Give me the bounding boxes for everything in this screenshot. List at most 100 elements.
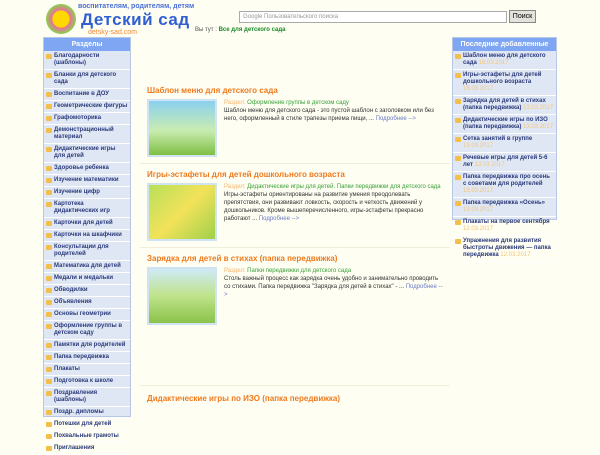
section-item[interactable]: Демонстрационный материал bbox=[44, 125, 130, 144]
section-item[interactable]: Карточки для детей bbox=[44, 218, 130, 230]
recent-item[interactable]: Шаблон меню для детского сада 16.03.2017 bbox=[453, 51, 556, 70]
section-item[interactable]: Основы геометрии bbox=[44, 309, 130, 321]
post-title[interactable]: Дидактические игры по ИЗО (папка передви… bbox=[147, 394, 445, 403]
section-item-label: Приглашения bbox=[54, 445, 95, 451]
recent-item[interactable]: Речевые игры для детей 5-6 лет 13.03.201… bbox=[453, 153, 556, 172]
section-item[interactable]: Медали и медальки bbox=[44, 273, 130, 285]
recent-item[interactable]: Зарядка для детей в стихах (папка передв… bbox=[453, 96, 556, 115]
recent-item[interactable]: Дидактические игры по ИЗО (папка передви… bbox=[453, 115, 556, 134]
recent-item-title: Плакаты на первое сентября bbox=[463, 219, 550, 225]
recent-item[interactable]: Плакаты на первое сентября 12.03.2017 bbox=[453, 217, 556, 236]
folder-icon bbox=[455, 99, 461, 104]
folder-icon bbox=[455, 156, 461, 161]
section-item[interactable]: Плакаты bbox=[44, 364, 130, 376]
section-item-label: Похвальные грамоты bbox=[54, 433, 119, 439]
section-item[interactable]: Геометрические фигуры bbox=[44, 101, 130, 113]
section-item[interactable]: Здоровье ребенка bbox=[44, 163, 130, 175]
section-item-label: Плакаты bbox=[54, 366, 80, 372]
sections-sidebar: Разделы Благодарности (шаблоны) Бланки дл… bbox=[43, 37, 131, 455]
folder-icon bbox=[455, 73, 461, 78]
section-item-label: Поздравления (шаблоны) bbox=[54, 390, 98, 403]
section-item[interactable]: Изучение цифр bbox=[44, 187, 130, 199]
section-item[interactable]: Благодарности (шаблоны) bbox=[44, 51, 130, 70]
section-item[interactable]: Консультации для родителей bbox=[44, 242, 130, 261]
section-item[interactable]: Потешки для детей bbox=[44, 419, 130, 431]
section-item-label: Математика для детей bbox=[54, 263, 121, 269]
post-thumbnail[interactable] bbox=[147, 183, 217, 241]
post-list: Шаблон меню для детского сада Раздел: Оф… bbox=[140, 80, 450, 413]
section-link[interactable]: Папки передвижки для детского сада bbox=[247, 268, 351, 274]
section-item[interactable]: Карточки на шкафчики bbox=[44, 230, 130, 242]
folder-icon bbox=[46, 178, 52, 183]
section-item[interactable]: Поздравления (шаблоны) bbox=[44, 388, 130, 407]
recent-item[interactable]: Игры-эстафеты для детей дошкольного возр… bbox=[453, 70, 556, 96]
recent-item-date: 13.03.2017 bbox=[474, 162, 505, 168]
section-item-label: Консультации для родителей bbox=[54, 244, 109, 257]
folder-icon bbox=[46, 202, 52, 207]
post-title[interactable]: Игры-эстафеты для детей дошкольного возр… bbox=[147, 170, 445, 179]
folder-icon bbox=[46, 128, 52, 133]
section-item-label: Дидактические игры для детей bbox=[54, 146, 116, 159]
recent-sidebar: Последние добавленные Шаблон меню для де… bbox=[452, 37, 557, 262]
folder-icon bbox=[46, 92, 52, 97]
section-item[interactable]: Изучение математики bbox=[44, 175, 130, 187]
folder-icon bbox=[46, 446, 52, 451]
folder-icon bbox=[46, 410, 52, 415]
section-item-label: Потешки для детей bbox=[54, 421, 112, 427]
folder-icon bbox=[46, 233, 52, 238]
breadcrumb-label: Вы тут : bbox=[195, 27, 217, 33]
breadcrumb: Вы тут : Все для детского сада bbox=[195, 27, 286, 33]
recent-item-title: Папка передвижка «Осень» bbox=[463, 200, 546, 206]
section-item[interactable]: Оформление группы в детском саду bbox=[44, 321, 130, 340]
search-input[interactable]: Google Пользовательского поиска bbox=[239, 11, 507, 23]
recent-item-date: 16.03.2017 bbox=[478, 60, 509, 66]
folder-icon bbox=[46, 288, 52, 293]
site-logo[interactable]: воспитателям, родителям, детям Детский с… bbox=[43, 2, 194, 36]
folder-icon bbox=[455, 220, 461, 225]
folder-icon bbox=[46, 300, 52, 305]
section-item[interactable]: Папка передвижка bbox=[44, 352, 130, 364]
recent-item[interactable]: Сетка занятий в группе 13.03.2017 bbox=[453, 134, 556, 153]
read-more-link[interactable]: Подробнее --> bbox=[259, 216, 299, 222]
folder-icon bbox=[455, 137, 461, 142]
section-item[interactable]: Бланки для детского сада bbox=[44, 70, 130, 89]
section-item-label: Картотека дидактических игр bbox=[54, 201, 110, 214]
section-item[interactable]: Картотека дидактических игр bbox=[44, 199, 130, 218]
recent-item[interactable]: Папка передвижка про осень с советами дл… bbox=[453, 172, 556, 198]
read-more-link[interactable]: Подробнее --> bbox=[376, 116, 416, 122]
recent-item-date: 13.03.2017 bbox=[463, 188, 494, 194]
recent-item[interactable]: Папка передвижка «Осень» 13.03.2017 bbox=[453, 198, 556, 217]
folder-icon bbox=[455, 201, 461, 206]
recent-item-date: 15.03.2017 bbox=[463, 86, 494, 92]
section-item-label: Геометрические фигуры bbox=[54, 103, 128, 109]
section-item[interactable]: Графомоторика bbox=[44, 113, 130, 125]
section-item-label: Основы геометрии bbox=[54, 311, 111, 317]
section-link[interactable]: Дидактические игры для детей. Папки пере… bbox=[247, 184, 440, 190]
section-link[interactable]: Оформление группы в детском саду bbox=[247, 100, 349, 106]
section-item-label: Поздр. дипломы bbox=[54, 409, 104, 415]
section-item[interactable]: Объявления bbox=[44, 297, 130, 309]
post-title[interactable]: Шаблон меню для детского сада bbox=[147, 86, 445, 95]
section-item[interactable]: Воспитание в ДОУ bbox=[44, 89, 130, 101]
folder-icon bbox=[46, 324, 52, 329]
section-item[interactable]: Обводилки bbox=[44, 285, 130, 297]
recent-item[interactable]: Упражнения для развития быстроты движени… bbox=[453, 236, 556, 262]
section-item[interactable]: Приглашения bbox=[44, 443, 130, 455]
folder-icon bbox=[46, 221, 52, 226]
breadcrumb-current[interactable]: Все для детского сада bbox=[219, 27, 286, 33]
section-item[interactable]: Памятки для родителей bbox=[44, 340, 130, 352]
search-button[interactable]: Поиск bbox=[509, 10, 536, 23]
section-item[interactable]: Дидактические игры для детей bbox=[44, 144, 130, 163]
folder-icon bbox=[46, 379, 52, 384]
section-item[interactable]: Поздр. дипломы bbox=[44, 407, 130, 419]
flower-logo-icon bbox=[46, 4, 76, 34]
folder-icon bbox=[46, 367, 52, 372]
post-thumbnail[interactable] bbox=[147, 267, 217, 325]
section-item[interactable]: Похвальные грамоты bbox=[44, 431, 130, 443]
recent-item-title: Сетка занятий в группе bbox=[463, 136, 533, 142]
post-thumbnail[interactable] bbox=[147, 99, 217, 157]
section-item[interactable]: Подготовка к школе bbox=[44, 376, 130, 388]
section-item[interactable]: Математика для детей bbox=[44, 261, 130, 273]
post-title[interactable]: Зарядка для детей в стихах (папка передв… bbox=[147, 254, 445, 263]
folder-icon bbox=[46, 104, 52, 109]
